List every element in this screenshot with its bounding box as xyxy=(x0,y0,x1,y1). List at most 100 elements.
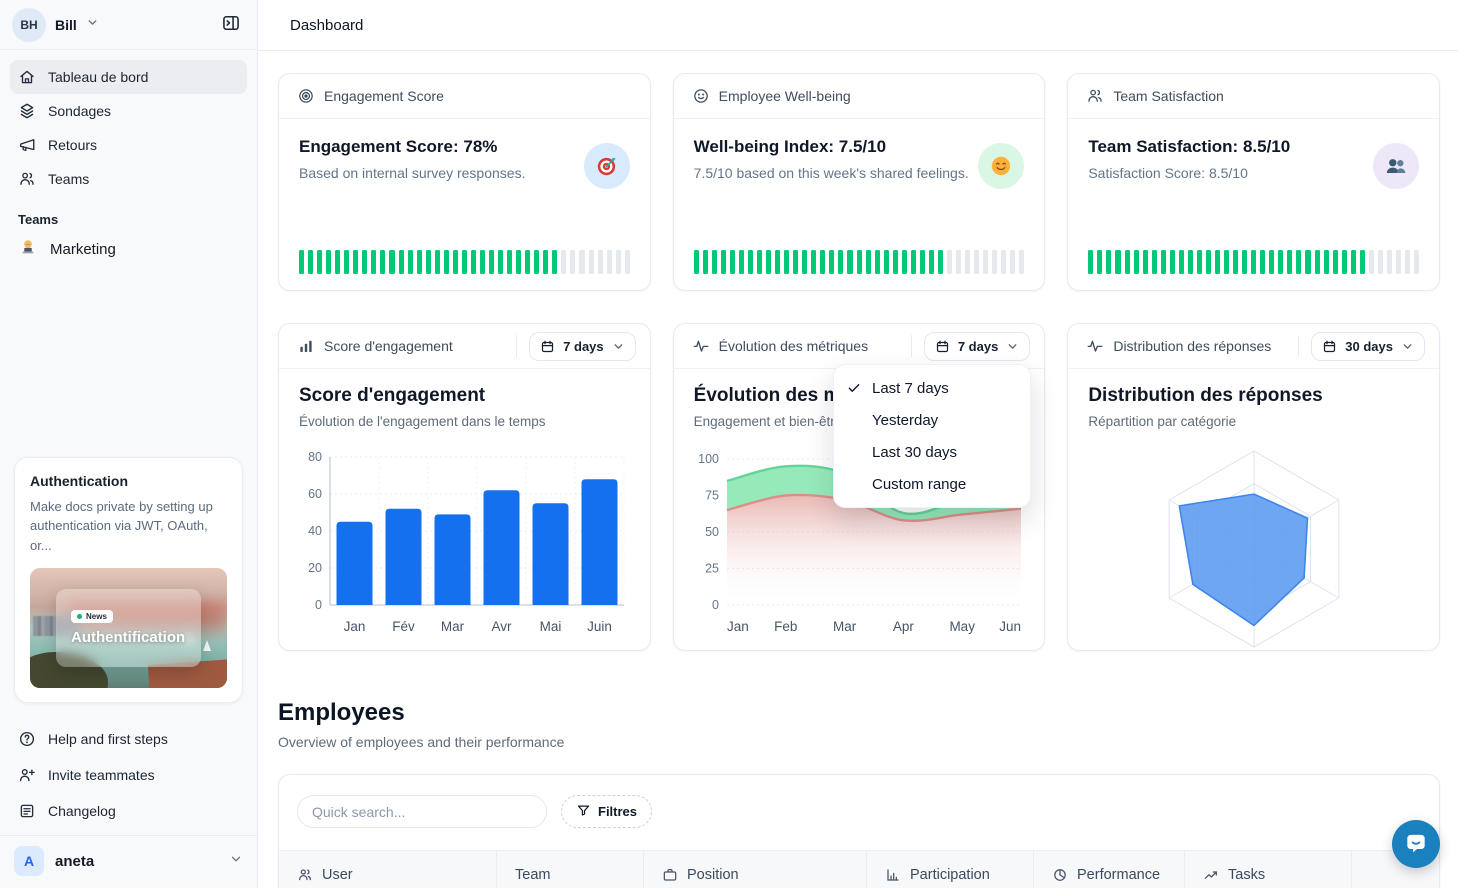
changelog-icon xyxy=(18,802,36,820)
sailboat-art xyxy=(203,640,211,651)
bar-chart-icon xyxy=(297,337,315,355)
funnel-icon xyxy=(576,803,591,821)
chevron-down-icon xyxy=(1006,340,1019,353)
workspace-name: aneta xyxy=(55,853,94,870)
menu-item-custom-range[interactable]: Custom range xyxy=(834,468,1030,500)
card-header-label: Employee Well-being xyxy=(719,88,851,104)
calendar-icon xyxy=(935,339,950,354)
svg-text:100: 100 xyxy=(698,452,719,466)
avatar: BH xyxy=(12,8,46,42)
svg-text:Jan: Jan xyxy=(727,619,749,634)
column-header-user: User xyxy=(279,851,497,888)
smiley-icon xyxy=(692,87,710,105)
search-input[interactable] xyxy=(297,795,547,828)
sidebar-item-invite[interactable]: Invite teammates xyxy=(10,757,247,793)
progress-bar xyxy=(694,250,1025,274)
employees-title: Employees xyxy=(278,699,1440,727)
svg-text:50: 50 xyxy=(705,525,719,539)
chevron-down-icon xyxy=(86,16,99,34)
sidebar-item-tableau-de-bord[interactable]: Tableau de bord xyxy=(10,60,247,94)
sidebar-item-marketing[interactable]: Marketing xyxy=(0,231,257,267)
pie-chart-icon xyxy=(1052,867,1068,883)
briefcase-icon xyxy=(662,867,678,883)
chart-title: Distribution des réponses xyxy=(1088,385,1419,407)
sidebar-section-teams: Teams xyxy=(18,212,257,227)
progress-bar xyxy=(1088,250,1419,274)
svg-text:0: 0 xyxy=(712,598,719,612)
svg-text:May: May xyxy=(949,619,975,634)
user-plus-icon xyxy=(18,766,36,784)
svg-text:75: 75 xyxy=(705,488,719,502)
chat-bubble-icon xyxy=(1403,830,1429,859)
trend-up-icon xyxy=(1203,867,1219,883)
calendar-icon xyxy=(540,339,555,354)
sidebar-item-label: Help and first steps xyxy=(48,731,168,747)
range-selector-button[interactable]: 7 days xyxy=(529,332,635,361)
card-header-label: Distribution des réponses xyxy=(1113,338,1271,354)
collapse-sidebar-button[interactable] xyxy=(217,9,245,40)
metric-subtitle: Based on internal survey responses. xyxy=(299,165,525,181)
sidebar-item-sondages[interactable]: Sondages xyxy=(10,94,247,128)
column-header-tasks: Tasks xyxy=(1185,851,1352,888)
promo-overlay-title: Authentification xyxy=(71,629,201,646)
svg-text:80: 80 xyxy=(308,450,322,464)
chevron-down-icon xyxy=(229,852,243,871)
svg-text:Apr: Apr xyxy=(893,619,915,634)
svg-text:Mar: Mar xyxy=(441,619,465,634)
sidebar-item-label: Teams xyxy=(48,171,89,187)
svg-text:0: 0 xyxy=(315,598,322,612)
users-icon xyxy=(297,867,313,883)
busts-emoji-icon xyxy=(1373,143,1419,189)
card-score-engagement: Score d'engagement 7 days xyxy=(278,323,651,651)
engagement-bar-chart: 020406080JanFévMarAvrMaiJuin xyxy=(298,447,630,639)
sidebar-item-label: Tableau de bord xyxy=(48,69,148,85)
chat-widget-button[interactable] xyxy=(1392,820,1440,868)
svg-text:40: 40 xyxy=(308,524,322,538)
card-team-satisfaction: Team Satisfaction Team Satisfaction: 8.5… xyxy=(1067,73,1440,291)
help-circle-icon xyxy=(18,730,36,748)
technologist-emoji-icon xyxy=(18,237,38,261)
bar-chart-axis-icon xyxy=(885,867,901,883)
home-icon xyxy=(18,68,36,86)
sidebar-item-retours[interactable]: Retours xyxy=(10,128,247,162)
layers-icon xyxy=(18,102,36,120)
menu-item-last-7-days[interactable]: Last 7 days xyxy=(834,372,1030,404)
promo-card-authentication[interactable]: Authentication Make docs private by sett… xyxy=(14,457,243,704)
progress-bar xyxy=(299,250,630,274)
smiling-face-emoji-icon xyxy=(978,143,1024,189)
sidebar-footer: Help and first steps Invite teammates Ch… xyxy=(0,717,257,829)
activity-icon xyxy=(692,337,710,355)
green-dot-icon xyxy=(77,614,82,619)
employees-section: Employees Overview of employees and thei… xyxy=(278,699,1440,750)
metric-subtitle: 7.5/10 based on this week's shared feeli… xyxy=(694,165,969,181)
column-header-performance: Performance xyxy=(1034,851,1185,888)
panel-collapse-icon xyxy=(221,13,241,36)
svg-text:Jun: Jun xyxy=(999,619,1021,634)
menu-item-last-30-days[interactable]: Last 30 days xyxy=(834,436,1030,468)
range-selector-button[interactable]: 30 days xyxy=(1311,332,1425,361)
range-selector-button[interactable]: 7 days xyxy=(924,332,1030,361)
metric-title: Team Satisfaction: 8.5/10 xyxy=(1088,137,1290,157)
page-title: Dashboard xyxy=(290,17,363,34)
sidebar-item-label: Changelog xyxy=(48,803,116,819)
chevron-down-icon xyxy=(612,340,625,353)
svg-text:Juin: Juin xyxy=(587,619,612,634)
card-employee-wellbeing: Employee Well-being Well-being Index: 7.… xyxy=(673,73,1046,291)
sidebar-item-help[interactable]: Help and first steps xyxy=(10,721,247,757)
column-header-team: Team xyxy=(497,851,644,888)
column-header-participation: Participation xyxy=(867,851,1034,888)
divider xyxy=(516,335,517,357)
sidebar-item-changelog[interactable]: Changelog xyxy=(10,793,247,829)
sidebar-user-name: Bill xyxy=(55,17,77,33)
range-label: 7 days xyxy=(958,339,998,354)
promo-image: News Authentification xyxy=(30,568,227,688)
sidebar-item-teams[interactable]: Teams xyxy=(10,162,247,196)
svg-text:Mai: Mai xyxy=(540,619,562,634)
filters-button[interactable]: Filtres xyxy=(561,795,652,828)
promo-body: Make docs private by setting up authenti… xyxy=(30,497,227,556)
workspace-switcher[interactable]: A aneta xyxy=(0,835,257,888)
topbar: Dashboard xyxy=(258,0,1458,51)
sidebar-user-menu[interactable]: BH Bill xyxy=(0,0,257,50)
card-header-label: Score d'engagement xyxy=(324,338,453,354)
menu-item-yesterday[interactable]: Yesterday xyxy=(834,404,1030,436)
